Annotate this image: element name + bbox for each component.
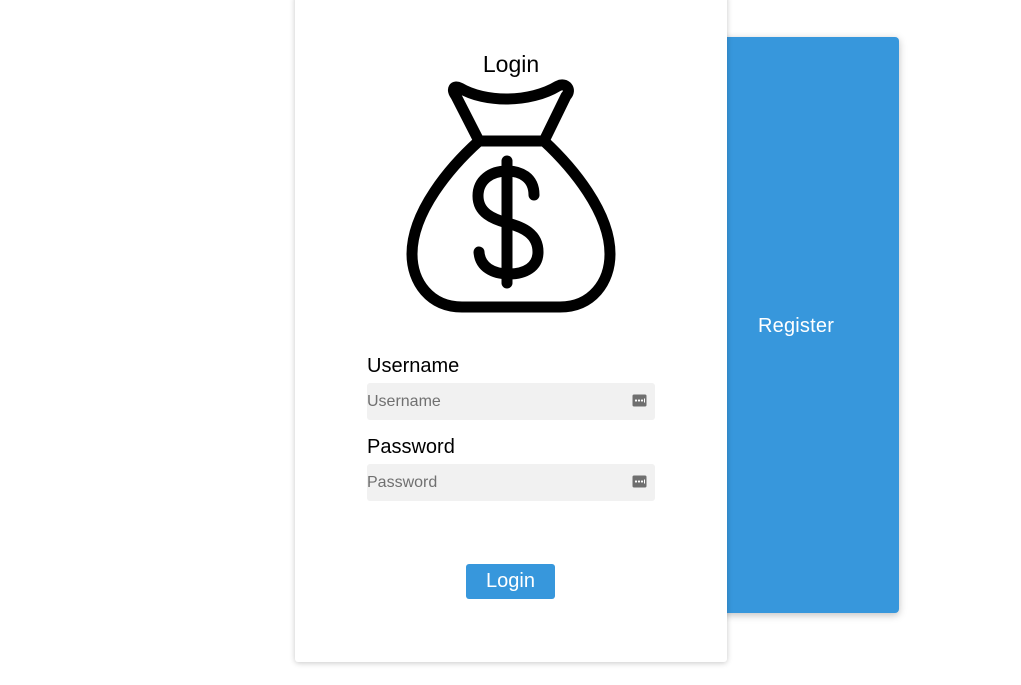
login-card: Login Username Pa (295, 0, 727, 662)
password-manager-key-icon[interactable] (632, 394, 647, 407)
login-button[interactable]: Login (466, 564, 555, 599)
password-input[interactable] (367, 464, 617, 501)
password-manager-key-icon[interactable] (632, 475, 647, 488)
username-input[interactable] (367, 383, 617, 420)
money-bag-dollar-icon (406, 79, 616, 313)
username-field-container (367, 383, 655, 420)
register-label[interactable]: Register (758, 315, 834, 338)
password-label: Password (367, 436, 455, 458)
auth-page: Register Login Username Username Passwor… (0, 0, 1021, 685)
password-field-container (367, 464, 655, 501)
login-title: Login (482, 51, 540, 77)
username-label: Username (367, 355, 460, 377)
register-panel[interactable]: Register (700, 37, 899, 613)
